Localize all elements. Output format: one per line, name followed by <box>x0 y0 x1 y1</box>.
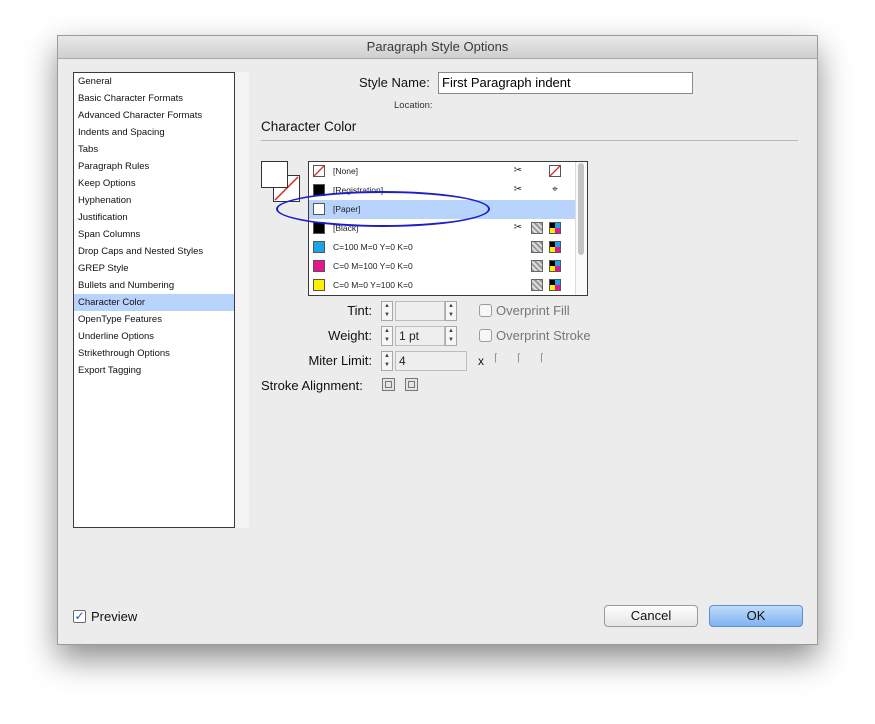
tint-label: Tint: <box>347 303 372 318</box>
swatch-name: [None] <box>333 166 359 176</box>
paragraph-style-options-dialog: Paragraph Style Options General Basic Ch… <box>57 35 818 645</box>
none-swatch-chip <box>313 165 325 177</box>
sidebar-divider <box>235 72 249 528</box>
cmyk-icon <box>549 241 561 253</box>
bevel-join-icon[interactable]: ⌈ <box>540 353 544 364</box>
swatch-list-scrollbar[interactable] <box>575 162 587 295</box>
weight-stepper[interactable]: ▲ ▼ <box>381 326 393 346</box>
sidebar-item-tabs[interactable]: Tabs <box>74 141 234 158</box>
miter-join-icon[interactable]: ⌈ <box>494 353 498 364</box>
spot-icon <box>531 279 543 291</box>
yellow-swatch-chip <box>313 279 325 291</box>
swatch-name: C=100 M=0 Y=0 K=0 <box>333 242 413 252</box>
miter-limit-field[interactable]: 4 <box>395 351 467 371</box>
sidebar-item-grep-style[interactable]: GREP Style <box>74 260 234 277</box>
style-name-label: Style Name: <box>359 75 430 90</box>
scissors-icon: ✂ <box>513 184 523 195</box>
sidebar-item-drop-caps[interactable]: Drop Caps and Nested Styles <box>74 243 234 260</box>
swatch-row-none[interactable]: [None] ✂ <box>309 162 587 181</box>
preview-label: Preview <box>91 609 138 624</box>
overprint-stroke-checkbox[interactable] <box>479 329 492 342</box>
miter-limit-stepper[interactable]: ▲ ▼ <box>381 351 393 371</box>
cancel-button[interactable]: Cancel <box>604 605 698 627</box>
weight-label: Weight: <box>328 328 372 343</box>
align-outside-icon[interactable] <box>405 378 418 391</box>
scissors-icon: ✂ <box>513 165 523 176</box>
swatch-row-yellow[interactable]: C=0 M=0 Y=100 K=0 <box>309 276 587 295</box>
sidebar-item-hyphenation[interactable]: Hyphenation <box>74 192 234 209</box>
registration-icon: ⌖ <box>552 184 558 195</box>
category-list: General Basic Character Formats Advanced… <box>73 72 235 528</box>
overprint-fill-label: Overprint Fill <box>496 303 570 318</box>
none-icon <box>549 165 561 177</box>
spot-icon <box>531 222 543 234</box>
sidebar-item-basic-character-formats[interactable]: Basic Character Formats <box>74 90 234 107</box>
overprint-stroke-label: Overprint Stroke <box>496 328 591 343</box>
sidebar-item-general[interactable]: General <box>74 73 234 90</box>
fill-swatch[interactable] <box>261 161 288 188</box>
ok-button[interactable]: OK <box>709 605 803 627</box>
annotation-oval <box>276 191 490 227</box>
sidebar-item-character-color[interactable]: Character Color <box>74 294 234 311</box>
sidebar-item-underline-options[interactable]: Underline Options <box>74 328 234 345</box>
sidebar-item-keep-options[interactable]: Keep Options <box>74 175 234 192</box>
section-divider <box>261 140 798 141</box>
cmyk-icon <box>549 260 561 272</box>
sidebar-item-strikethrough-options[interactable]: Strikethrough Options <box>74 345 234 362</box>
tint-field[interactable] <box>395 301 445 321</box>
tint-stepper[interactable]: ▲ ▼ <box>381 301 393 321</box>
stroke-alignment-label: Stroke Alignment: <box>261 378 363 393</box>
cmyk-icon <box>549 222 561 234</box>
sidebar-item-advanced-character-formats[interactable]: Advanced Character Formats <box>74 107 234 124</box>
weight-field[interactable]: 1 pt <box>395 326 445 346</box>
fill-stroke-preview[interactable] <box>261 161 301 203</box>
preview-checkbox[interactable]: ✓ <box>73 610 86 623</box>
sidebar-item-bullets-and-numbering[interactable]: Bullets and Numbering <box>74 277 234 294</box>
spot-icon <box>531 241 543 253</box>
swatch-list[interactable]: [None] ✂ [Registration] ✂ ⌖ [Paper] [Bla… <box>308 161 588 296</box>
round-join-icon[interactable]: ⌈ <box>517 353 521 364</box>
swatch-name: C=0 M=100 Y=0 K=0 <box>333 261 413 271</box>
sidebar-item-justification[interactable]: Justification <box>74 209 234 226</box>
weight-dropdown[interactable]: ▲ ▼ <box>445 326 457 346</box>
swatch-row-cyan[interactable]: C=100 M=0 Y=0 K=0 <box>309 238 587 257</box>
sidebar-item-paragraph-rules[interactable]: Paragraph Rules <box>74 158 234 175</box>
spot-icon <box>531 260 543 272</box>
tint-dropdown[interactable]: ▲ ▼ <box>445 301 457 321</box>
cmyk-icon <box>549 279 561 291</box>
style-name-field[interactable]: First Paragraph indent <box>438 72 693 94</box>
cyan-swatch-chip <box>313 241 325 253</box>
sidebar-item-span-columns[interactable]: Span Columns <box>74 226 234 243</box>
scissors-icon: ✂ <box>513 222 523 233</box>
sidebar-item-export-tagging[interactable]: Export Tagging <box>74 362 234 379</box>
scrollbar-thumb[interactable] <box>578 163 584 255</box>
window-title: Paragraph Style Options <box>58 36 817 59</box>
swatch-row-magenta[interactable]: C=0 M=100 Y=0 K=0 <box>309 257 587 276</box>
overprint-fill-checkbox[interactable] <box>479 304 492 317</box>
magenta-swatch-chip <box>313 260 325 272</box>
align-center-icon[interactable] <box>382 378 395 391</box>
swatch-name: C=0 M=0 Y=100 K=0 <box>333 280 413 290</box>
miter-limit-label: Miter Limit: <box>308 353 372 368</box>
sidebar-item-opentype-features[interactable]: OpenType Features <box>74 311 234 328</box>
location-label: Location: <box>394 100 433 111</box>
sidebar-item-indents-and-spacing[interactable]: Indents and Spacing <box>74 124 234 141</box>
section-title: Character Color <box>261 119 357 134</box>
miter-x-label: x <box>478 354 484 368</box>
